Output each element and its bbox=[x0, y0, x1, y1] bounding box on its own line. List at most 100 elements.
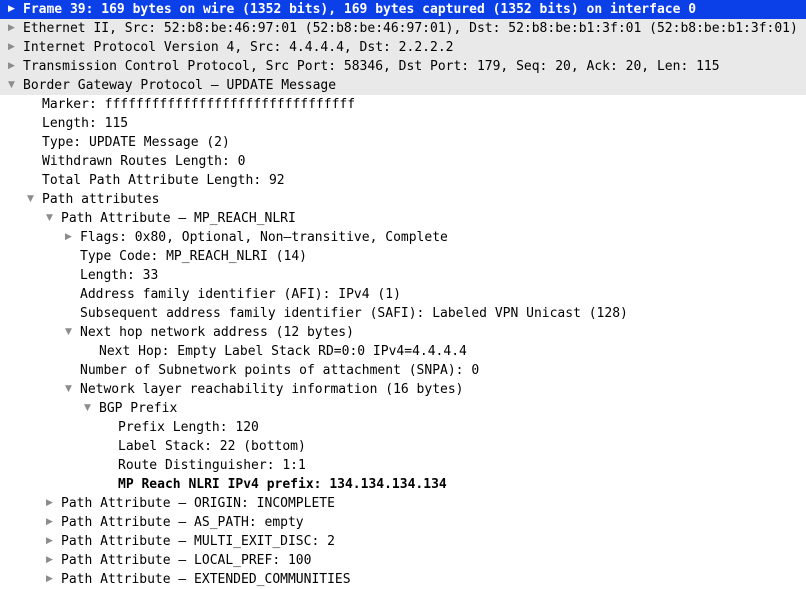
tree-row-label-stack[interactable]: Label Stack: 22 (bottom) bbox=[0, 437, 806, 456]
tree-row-path-attribute-mp-reach-nlri[interactable]: ▼ Path Attribute – MP_REACH_NLRI bbox=[0, 209, 806, 228]
tree-row-type-code[interactable]: Type Code: MP_REACH_NLRI (14) bbox=[0, 247, 806, 266]
tree-row-tcp[interactable]: ▶ Transmission Control Protocol, Src Port… bbox=[0, 57, 806, 76]
chevron-right-icon[interactable]: ▶ bbox=[43, 532, 56, 551]
tree-row-total-path-attribute-length[interactable]: Total Path Attribute Length: 92 bbox=[0, 171, 806, 190]
tree-row-subsequent-address-family-identifier[interactable]: Subsequent address family identifier (SA… bbox=[0, 304, 806, 323]
tree-row-attribute-length[interactable]: Length: 33 bbox=[0, 266, 806, 285]
tree-row-label: Path Attribute – MP_REACH_NLRI bbox=[61, 211, 296, 226]
tree-row-mp-reach-nlri-ipv4-prefix[interactable]: MP Reach NLRI IPv4 prefix: 134.134.134.1… bbox=[0, 475, 806, 494]
chevron-down-icon[interactable]: ▼ bbox=[5, 76, 18, 95]
tree-row-label: Path Attribute – AS_PATH: empty bbox=[61, 515, 304, 530]
tree-row-label: Total Path Attribute Length: 92 bbox=[42, 173, 285, 188]
tree-row-length[interactable]: Length: 115 bbox=[0, 114, 806, 133]
tree-row-label: Flags: 0x80, Optional, Non–transitive, C… bbox=[80, 230, 448, 245]
tree-row-next-hop[interactable]: Next Hop: Empty Label Stack RD=0:0 IPv4=… bbox=[0, 342, 806, 361]
tree-row-label: Path Attribute – LOCAL_PREF: 100 bbox=[61, 553, 312, 568]
chevron-right-icon[interactable]: ▶ bbox=[62, 228, 75, 247]
tree-row-label: Path Attribute – EXTENDED_COMMUNITIES bbox=[61, 572, 351, 587]
tree-row-label: MP Reach NLRI IPv4 prefix: 134.134.134.1… bbox=[118, 477, 447, 492]
tree-row-address-family-identifier[interactable]: Address family identifier (AFI): IPv4 (1… bbox=[0, 285, 806, 304]
tree-row-path-attributes[interactable]: ▼ Path attributes bbox=[0, 190, 806, 209]
tree-row-label: Type Code: MP_REACH_NLRI (14) bbox=[80, 249, 307, 264]
chevron-right-icon[interactable]: ▶ bbox=[5, 57, 18, 76]
tree-row-type[interactable]: Type: UPDATE Message (2) bbox=[0, 133, 806, 152]
packet-detail-tree[interactable]: ▶ Frame 39: 169 bytes on wire (1352 bits)… bbox=[0, 0, 806, 589]
tree-row-label: Path attributes bbox=[42, 192, 160, 207]
chevron-right-icon[interactable]: ▶ bbox=[43, 494, 56, 513]
tree-row-label: Next hop network address (12 bytes) bbox=[80, 325, 354, 340]
tree-row-prefix-length[interactable]: Prefix Length: 120 bbox=[0, 418, 806, 437]
tree-row-label: Path Attribute – ORIGIN: INCOMPLETE bbox=[61, 496, 335, 511]
chevron-right-icon[interactable]: ▶ bbox=[43, 551, 56, 570]
tree-row-network-layer-reachability-information[interactable]: ▼ Network layer reachability information … bbox=[0, 380, 806, 399]
tree-row-label: Length: 115 bbox=[42, 116, 129, 131]
chevron-right-icon[interactable]: ▶ bbox=[43, 513, 56, 532]
chevron-right-icon[interactable]: ▶ bbox=[5, 38, 18, 57]
tree-row-label: BGP Prefix bbox=[99, 401, 178, 416]
tree-row-label: Path Attribute – MULTI_EXIT_DISC: 2 bbox=[61, 534, 335, 549]
chevron-down-icon[interactable]: ▼ bbox=[24, 190, 37, 209]
tree-row-flags[interactable]: ▶ Flags: 0x80, Optional, Non–transitive, … bbox=[0, 228, 806, 247]
chevron-down-icon[interactable]: ▼ bbox=[62, 380, 75, 399]
tree-row-ipv4[interactable]: ▶ Internet Protocol Version 4, Src: 4.4.4… bbox=[0, 38, 806, 57]
tree-row-label: Label Stack: 22 (bottom) bbox=[118, 439, 306, 454]
tree-row-path-attribute-origin[interactable]: ▶ Path Attribute – ORIGIN: INCOMPLETE bbox=[0, 494, 806, 513]
chevron-down-icon[interactable]: ▼ bbox=[43, 209, 56, 228]
tree-row-label: Number of Subnetwork points of attachmen… bbox=[80, 363, 480, 378]
chevron-right-icon[interactable]: ▶ bbox=[43, 570, 56, 589]
tree-row-label: Length: 33 bbox=[80, 268, 159, 283]
tree-row-bgp-update-message[interactable]: ▼ Border Gateway Protocol – UPDATE Messag… bbox=[0, 76, 806, 95]
tree-row-label: Internet Protocol Version 4, Src: 4.4.4.… bbox=[23, 40, 454, 55]
tree-row-path-attribute-as-path[interactable]: ▶ Path Attribute – AS_PATH: empty bbox=[0, 513, 806, 532]
tree-row-withdrawn-routes-length[interactable]: Withdrawn Routes Length: 0 bbox=[0, 152, 806, 171]
tree-row-snpa-count[interactable]: Number of Subnetwork points of attachmen… bbox=[0, 361, 806, 380]
tree-row-label: Route Distinguisher: 1:1 bbox=[118, 458, 306, 473]
tree-row-bgp-prefix[interactable]: ▼ BGP Prefix bbox=[0, 399, 806, 418]
tree-row-marker[interactable]: Marker: ffffffffffffffffffffffffffffffff bbox=[0, 95, 806, 114]
tree-row-path-attribute-multi-exit-disc[interactable]: ▶ Path Attribute – MULTI_EXIT_DISC: 2 bbox=[0, 532, 806, 551]
tree-row-label: Address family identifier (AFI): IPv4 (1… bbox=[80, 287, 401, 302]
tree-row-path-attribute-local-pref[interactable]: ▶ Path Attribute – LOCAL_PREF: 100 bbox=[0, 551, 806, 570]
tree-row-label: Marker: ffffffffffffffffffffffffffffffff bbox=[42, 97, 356, 112]
tree-row-label: Border Gateway Protocol – UPDATE Message bbox=[23, 78, 337, 93]
tree-row-route-distinguisher[interactable]: Route Distinguisher: 1:1 bbox=[0, 456, 806, 475]
tree-row-ethernet[interactable]: ▶ Ethernet II, Src: 52:b8:be:46:97:01 (52… bbox=[0, 19, 806, 38]
tree-row-label: Type: UPDATE Message (2) bbox=[42, 135, 230, 150]
tree-row-label: Subsequent address family identifier (SA… bbox=[80, 306, 628, 321]
tree-row-frame[interactable]: ▶ Frame 39: 169 bytes on wire (1352 bits)… bbox=[0, 0, 806, 19]
tree-row-label: Network layer reachability information (… bbox=[80, 382, 464, 397]
tree-row-path-attribute-extended-communities[interactable]: ▶ Path Attribute – EXTENDED_COMMUNITIES bbox=[0, 570, 806, 589]
chevron-right-icon[interactable]: ▶ bbox=[5, 19, 18, 38]
tree-row-label: Prefix Length: 120 bbox=[118, 420, 259, 435]
chevron-down-icon[interactable]: ▼ bbox=[81, 399, 94, 418]
chevron-down-icon[interactable]: ▼ bbox=[62, 323, 75, 342]
tree-row-label: Next Hop: Empty Label Stack RD=0:0 IPv4=… bbox=[99, 344, 467, 359]
tree-row-label: Transmission Control Protocol, Src Port:… bbox=[23, 59, 720, 74]
tree-row-next-hop-network-address[interactable]: ▼ Next hop network address (12 bytes) bbox=[0, 323, 806, 342]
chevron-right-icon[interactable]: ▶ bbox=[5, 0, 18, 19]
